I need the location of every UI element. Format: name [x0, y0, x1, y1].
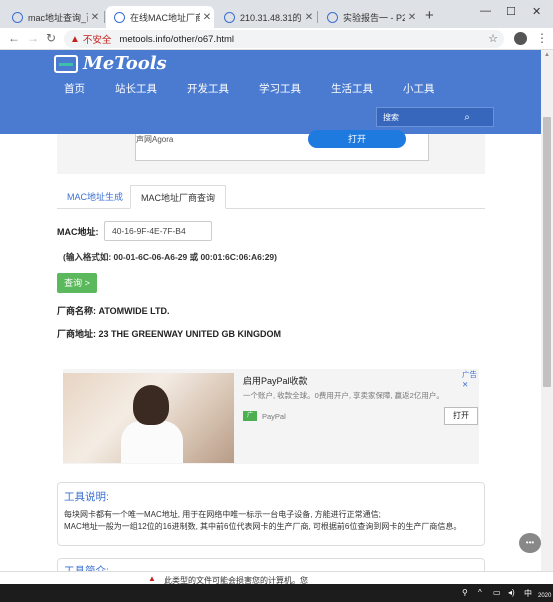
chat-bubble-icon[interactable]: •••	[519, 533, 541, 553]
back-icon[interactable]: ←	[8, 31, 20, 45]
search-icon[interactable]: ⌕	[435, 112, 493, 123]
paypal-open-button[interactable]: 打开	[444, 407, 478, 425]
tab-strip: mac地址查询_百度搜 ✕ 在线MAC地址厂商查 ✕ 210.31.48.31的…	[0, 0, 553, 28]
ime-indicator[interactable]: 中	[524, 588, 532, 599]
main-nav: 首页 站长工具 开发工具 学习工具 生活工具 小工具	[64, 81, 465, 96]
ad-photo	[63, 373, 234, 463]
search-input[interactable]: 搜索	[377, 112, 435, 123]
vendor-name: 厂商名称: ATOMWIDE LTD.	[57, 306, 170, 316]
paypal-ad-title[interactable]: 启用PayPal收款	[243, 374, 308, 387]
minimize-icon[interactable]: —	[480, 5, 491, 17]
agora-ad-card[interactable]: 声网Agora 打开	[135, 130, 429, 161]
tool-tabs: MAC地址生成 MAC地址厂商查询	[57, 185, 485, 209]
vertical-scrollbar[interactable]: ▲	[541, 50, 553, 584]
site-logo[interactable]: MeTools	[54, 53, 167, 74]
tab-divider	[104, 11, 105, 23]
toolbox-icon	[54, 54, 78, 73]
site-header: MeTools 首页 站长工具 开发工具 学习工具 生活工具 小工具 搜索 ⌕	[0, 50, 541, 134]
tab-lab-report[interactable]: 实验报告一 - P2017 ✕	[319, 6, 419, 28]
close-icon[interactable]: ✕	[302, 12, 316, 23]
baidu-icon	[12, 11, 23, 23]
clock[interactable]: 2020	[538, 593, 551, 599]
tool-description-line2: MAC地址一般为一组12位的16进制数, 其中前6位代表网卡的生产厂商, 可根据…	[64, 522, 462, 531]
tab-ip-lookup[interactable]: 210.31.48.31的ip地 ✕	[216, 6, 316, 28]
download-warning-bar: ▲ 此类型的文件可能会损害您的计算机。您	[0, 571, 553, 585]
query-button[interactable]: 查询 >	[57, 273, 97, 293]
mac-input[interactable]: 40-16-9F-4E-7F-B4	[104, 221, 212, 241]
tab-divider	[317, 11, 318, 23]
omnibox[interactable]: ▲ 不安全 metools.info/other/o67.html ☆	[64, 30, 504, 48]
paypal-brand: 广 PayPal	[243, 411, 286, 421]
paypal-ad-subtitle: 一个账户, 收款全球。0费用开户, 享卖家保障, 赢返2亿用户。	[243, 391, 444, 400]
scroll-up-icon[interactable]: ▲	[544, 52, 550, 58]
close-icon[interactable]: ✕	[200, 12, 214, 23]
ad-choices-tag[interactable]: 广告 ✕	[462, 369, 479, 389]
nav-learning-tools[interactable]: 学习工具	[259, 81, 301, 96]
close-icon[interactable]: ✕	[88, 12, 102, 23]
tool-description-panel: 工具说明: 每块网卡都有一个唯一MAC地址, 用于在网络中唯一标示一台电子设备,…	[57, 482, 485, 546]
tool-description-title: 工具说明:	[64, 491, 109, 503]
tab-mac-generate[interactable]: MAC地址生成	[57, 185, 133, 209]
tab-label: 实验报告一 - P2017	[343, 12, 405, 23]
scrollbar-thumb[interactable]	[543, 117, 551, 387]
agora-brand: 声网Agora	[136, 135, 174, 144]
tab-label: mac地址查询_百度搜	[28, 12, 88, 23]
nav-life-tools[interactable]: 生活工具	[331, 81, 373, 96]
url-text[interactable]: metools.info/other/o67.html	[119, 34, 234, 45]
format-hint: (输入格式如: 00-01-6C-06-A6-29 或 00:01:6C:06:…	[63, 252, 277, 262]
close-icon[interactable]: ✕	[405, 12, 419, 23]
address-toolbar: ← → ↻ ▲ 不安全 metools.info/other/o67.html …	[0, 28, 553, 50]
ad-badge-icon: 广	[243, 411, 257, 421]
page-icon	[224, 11, 235, 23]
warning-icon: ▲	[70, 33, 80, 45]
page-icon	[327, 11, 338, 23]
os-taskbar: ⚲ ^ ▭ ◂) 中 2020	[0, 584, 553, 602]
vendor-address: 厂商地址: 23 THE GREENWAY UNITED GB KINGDOM	[57, 329, 282, 339]
people-icon[interactable]: ⚲	[462, 588, 468, 597]
paypal-ad[interactable]: 广告 ✕ 启用PayPal收款 一个账户, 收款全球。0费用开户, 享卖家保障,…	[63, 369, 479, 464]
maximize-icon[interactable]: ☐	[506, 5, 516, 18]
site-search[interactable]: 搜索 ⌕	[376, 107, 494, 127]
metools-icon	[114, 11, 125, 23]
logo-text: MeTools	[83, 53, 167, 74]
ad-photo-shirt	[121, 421, 183, 463]
mac-label: MAC地址:	[57, 226, 99, 237]
chevron-up-icon[interactable]: ^	[478, 588, 482, 597]
tab-label: 210.31.48.31的ip地	[240, 12, 302, 23]
paypal-brand-label: PayPal	[262, 411, 286, 421]
nav-small-tools[interactable]: 小工具	[403, 81, 435, 96]
profile-avatar-icon[interactable]	[514, 32, 527, 45]
tab-label: 在线MAC地址厂商查	[130, 12, 200, 23]
tab-mac-vendor-query[interactable]: MAC地址厂商查询	[130, 185, 226, 209]
agora-ad: 声网Agora 打开	[57, 130, 485, 174]
forward-icon[interactable]: →	[27, 31, 39, 45]
nav-dev-tools[interactable]: 开发工具	[187, 81, 229, 96]
agora-open-button[interactable]: 打开	[308, 130, 406, 148]
new-tab-button[interactable]: +	[425, 7, 434, 24]
ad-photo-person	[133, 385, 169, 425]
tool-description-line1: 每块网卡都有一个唯一MAC地址, 用于在网络中唯一标示一台电子设备, 方能进行正…	[64, 510, 381, 519]
window-close-icon[interactable]: ✕	[532, 5, 541, 18]
nav-home[interactable]: 首页	[64, 81, 85, 96]
bookmark-star-icon[interactable]: ☆	[488, 32, 498, 45]
network-icon[interactable]: ▭	[493, 588, 501, 597]
tab-baidu-search[interactable]: mac地址查询_百度搜 ✕	[4, 6, 102, 28]
tab-mac-vendor[interactable]: 在线MAC地址厂商查 ✕	[106, 6, 214, 28]
insecure-label[interactable]: 不安全	[83, 32, 112, 46]
warning-icon: ▲	[148, 574, 156, 583]
reload-icon[interactable]: ↻	[46, 31, 56, 45]
mac-row: MAC地址: 40-16-9F-4E-7F-B4	[57, 221, 212, 241]
nav-webmaster-tools[interactable]: 站长工具	[115, 81, 157, 96]
menu-kebab-icon[interactable]: ⋮	[536, 31, 548, 45]
volume-icon[interactable]: ◂)	[508, 588, 515, 597]
